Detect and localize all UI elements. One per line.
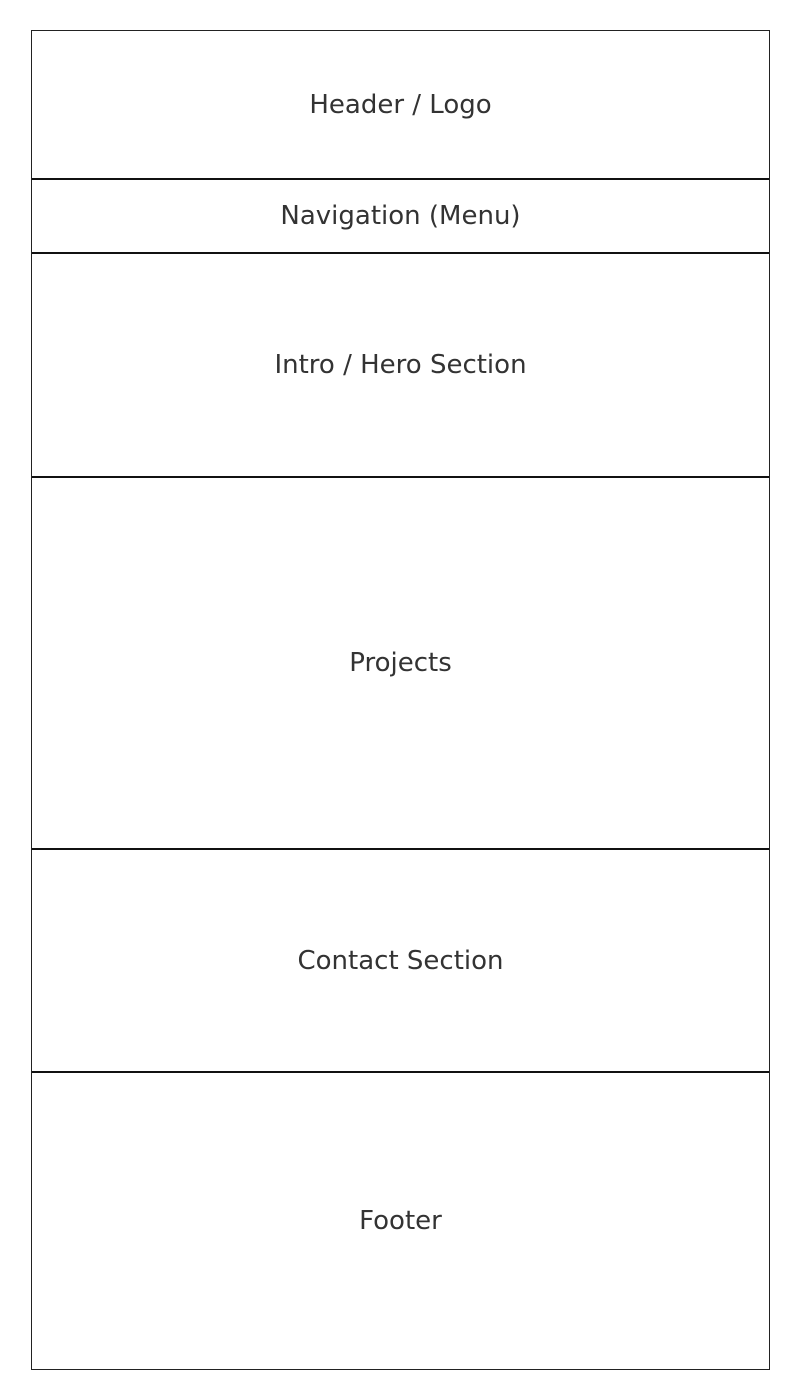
header-label: Header / Logo: [309, 89, 492, 120]
navigation-label: Navigation (Menu): [280, 201, 521, 231]
projects-label: Projects: [349, 648, 452, 678]
header-block: Header / Logo: [32, 31, 769, 180]
hero-label: Intro / Hero Section: [274, 350, 527, 380]
hero-block: Intro / Hero Section: [32, 254, 769, 478]
contact-block: Contact Section: [32, 850, 769, 1073]
wireframe-frame: Header / Logo Navigation (Menu) Intro / …: [31, 30, 770, 1370]
footer-block: Footer: [32, 1073, 769, 1369]
navigation-block: Navigation (Menu): [32, 180, 769, 254]
footer-label: Footer: [359, 1206, 442, 1236]
projects-block: Projects: [32, 478, 769, 850]
contact-label: Contact Section: [297, 945, 504, 976]
